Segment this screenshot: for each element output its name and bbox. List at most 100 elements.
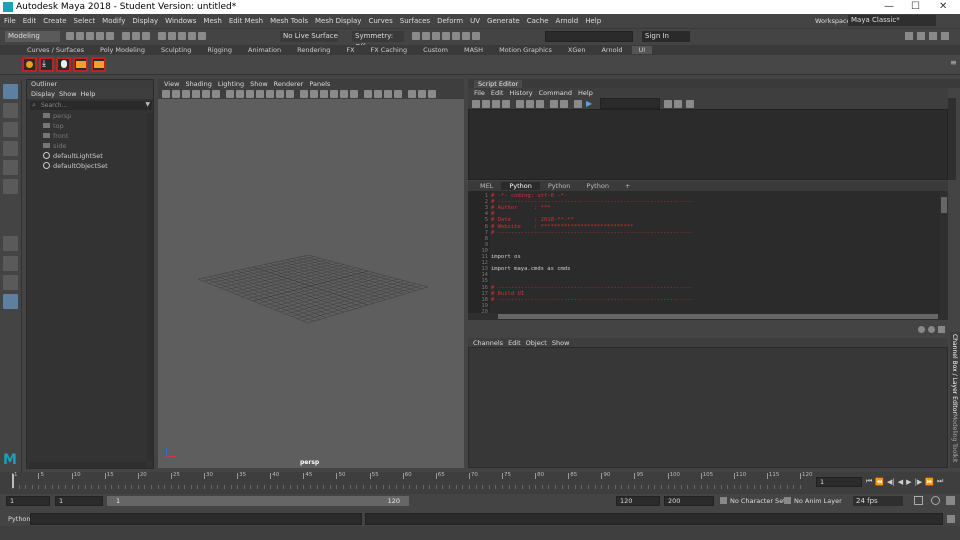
- minimize-icon[interactable]: —: [884, 1, 894, 12]
- sign-in-button[interactable]: Sign In: [642, 31, 690, 42]
- shelf-tab[interactable]: Rendering: [290, 46, 337, 54]
- se-echo-icon[interactable]: [550, 99, 558, 108]
- se-tab-add[interactable]: +: [617, 182, 638, 190]
- live-surface-field[interactable]: No Live Surface: [280, 31, 338, 42]
- auto-key-icon[interactable]: [914, 496, 923, 505]
- se-menu-command[interactable]: Command: [539, 89, 572, 97]
- camera-select-icon[interactable]: [162, 90, 170, 98]
- se-menu-help[interactable]: Help: [578, 89, 593, 97]
- grease-pencil-icon[interactable]: [212, 90, 220, 98]
- code-scroll-thumb[interactable]: [941, 197, 947, 213]
- field-chart-icon[interactable]: [266, 90, 274, 98]
- channel-box-icon[interactable]: [941, 32, 949, 40]
- select-tool-icon[interactable]: [3, 84, 18, 99]
- menu-item[interactable]: Cache: [527, 17, 549, 25]
- shelf-button-mail[interactable]: [73, 57, 88, 72]
- channel-box-help-icon[interactable]: [928, 326, 935, 333]
- se-clear-all-icon[interactable]: [536, 99, 544, 108]
- shelf-tab[interactable]: Rigging: [200, 46, 239, 54]
- hypershade-icon[interactable]: [462, 32, 470, 40]
- menu-item[interactable]: Surfaces: [400, 17, 430, 25]
- move-tool-icon[interactable]: [3, 141, 18, 156]
- se-tab-mel[interactable]: MEL: [472, 182, 501, 190]
- viewport-menu-view[interactable]: View: [164, 80, 179, 88]
- select-component-icon[interactable]: [142, 32, 150, 40]
- se-tab-python-active[interactable]: Python: [501, 182, 540, 190]
- outliner-item-defaultobjectset[interactable]: defaultObjectSet: [53, 162, 108, 170]
- script-editor-history[interactable]: [468, 109, 948, 180]
- single-pane-icon[interactable]: [3, 236, 18, 251]
- outliner-item-defaultlightset[interactable]: defaultLightSet: [53, 152, 103, 160]
- se-tab-python[interactable]: Python: [578, 182, 617, 190]
- wireframe-icon[interactable]: [300, 90, 308, 98]
- tool-settings-icon[interactable]: [929, 32, 937, 40]
- xray-joints-icon[interactable]: [428, 90, 436, 98]
- se-menu-edit[interactable]: Edit: [491, 89, 504, 97]
- script-editor-input[interactable]: 123456789101112131415161718192021 # -*- …: [468, 191, 948, 321]
- search-dropdown-icon[interactable]: ▼: [145, 101, 150, 108]
- dof-icon[interactable]: [394, 90, 402, 98]
- side-tab-modeling-toolkit[interactable]: Modeling Toolkit: [951, 414, 958, 462]
- modeling-toolkit-icon[interactable]: [905, 32, 913, 40]
- go-to-end-icon[interactable]: ⏭: [937, 477, 943, 486]
- workspace-dropdown[interactable]: Maya Classic*: [848, 15, 936, 26]
- snap-view-icon[interactable]: [188, 32, 196, 40]
- shelf-tab[interactable]: Sculpting: [154, 46, 198, 54]
- step-back-key-icon[interactable]: ⏪: [875, 478, 884, 486]
- maximize-icon[interactable]: ☐: [911, 1, 920, 12]
- four-pane-icon[interactable]: [3, 256, 18, 271]
- render-icon[interactable]: [432, 32, 440, 40]
- shelf-tab[interactable]: MASH: [457, 46, 490, 54]
- channel-box-layer-icon[interactable]: [938, 326, 945, 333]
- se-exec-all-icon[interactable]: [574, 99, 582, 108]
- shelf-tab-ui[interactable]: UI: [631, 46, 653, 54]
- motion-blur-icon[interactable]: [374, 90, 382, 98]
- resolution-gate-icon[interactable]: [246, 90, 254, 98]
- menu-item[interactable]: Mesh: [203, 17, 221, 25]
- outliner-layout-icon[interactable]: [3, 294, 18, 309]
- ao-icon[interactable]: [364, 90, 372, 98]
- symmetry-dropdown[interactable]: Symmetry: Off: [352, 31, 404, 51]
- viewport-menu-panels[interactable]: Panels: [309, 80, 330, 88]
- cb-menu-edit[interactable]: Edit: [508, 339, 521, 347]
- snap-point-icon[interactable]: [178, 32, 186, 40]
- menu-item[interactable]: Curves: [368, 17, 392, 25]
- redo-icon[interactable]: [106, 32, 114, 40]
- code-scrollbar[interactable]: [940, 191, 948, 313]
- anim-start-field[interactable]: 1: [6, 496, 50, 506]
- outliner-item-persp[interactable]: persp: [53, 112, 71, 120]
- menu-item[interactable]: Select: [74, 17, 96, 25]
- cmdline-input[interactable]: [30, 513, 362, 525]
- history-icon[interactable]: [412, 32, 420, 40]
- grid-icon[interactable]: [226, 90, 234, 98]
- cb-menu-show[interactable]: Show: [552, 339, 570, 347]
- playback-end-field[interactable]: 120: [616, 496, 660, 506]
- menu-item[interactable]: Mesh Display: [315, 17, 361, 25]
- new-scene-icon[interactable]: [66, 32, 74, 40]
- se-save-shelf-icon[interactable]: [502, 99, 510, 108]
- select-hierarchy-icon[interactable]: [122, 32, 130, 40]
- shelf-tab[interactable]: Motion Graphics: [492, 46, 559, 54]
- shelf-tab[interactable]: XGen: [561, 46, 593, 54]
- menu-item[interactable]: Arnold: [556, 17, 579, 25]
- textured-icon[interactable]: [330, 90, 338, 98]
- se-search-field[interactable]: [600, 98, 661, 109]
- se-clear-input-icon[interactable]: [526, 99, 534, 108]
- shelf-tab[interactable]: FX: [339, 46, 361, 54]
- isolate-icon[interactable]: [408, 90, 416, 98]
- se-tab-python[interactable]: Python: [540, 182, 579, 190]
- cb-menu-object[interactable]: Object: [526, 339, 547, 347]
- viewport-menu-show[interactable]: Show: [250, 80, 268, 88]
- se-run-icon[interactable]: ▶: [586, 99, 592, 108]
- two-pane-icon[interactable]: [3, 275, 18, 290]
- shelf-tab[interactable]: Poly Modeling: [93, 46, 152, 54]
- menu-item[interactable]: Generate: [487, 17, 520, 25]
- step-forward-key-icon[interactable]: ⏩: [925, 478, 934, 486]
- se-line-numbers-icon[interactable]: [560, 99, 568, 108]
- viewport-menu-shading[interactable]: Shading: [185, 80, 211, 88]
- xray-icon[interactable]: [418, 90, 426, 98]
- outliner-menu-display[interactable]: Display: [31, 90, 55, 98]
- code-hscrollbar[interactable]: [468, 313, 948, 320]
- lights-icon[interactable]: [340, 90, 348, 98]
- lasso-tool-icon[interactable]: [3, 103, 18, 118]
